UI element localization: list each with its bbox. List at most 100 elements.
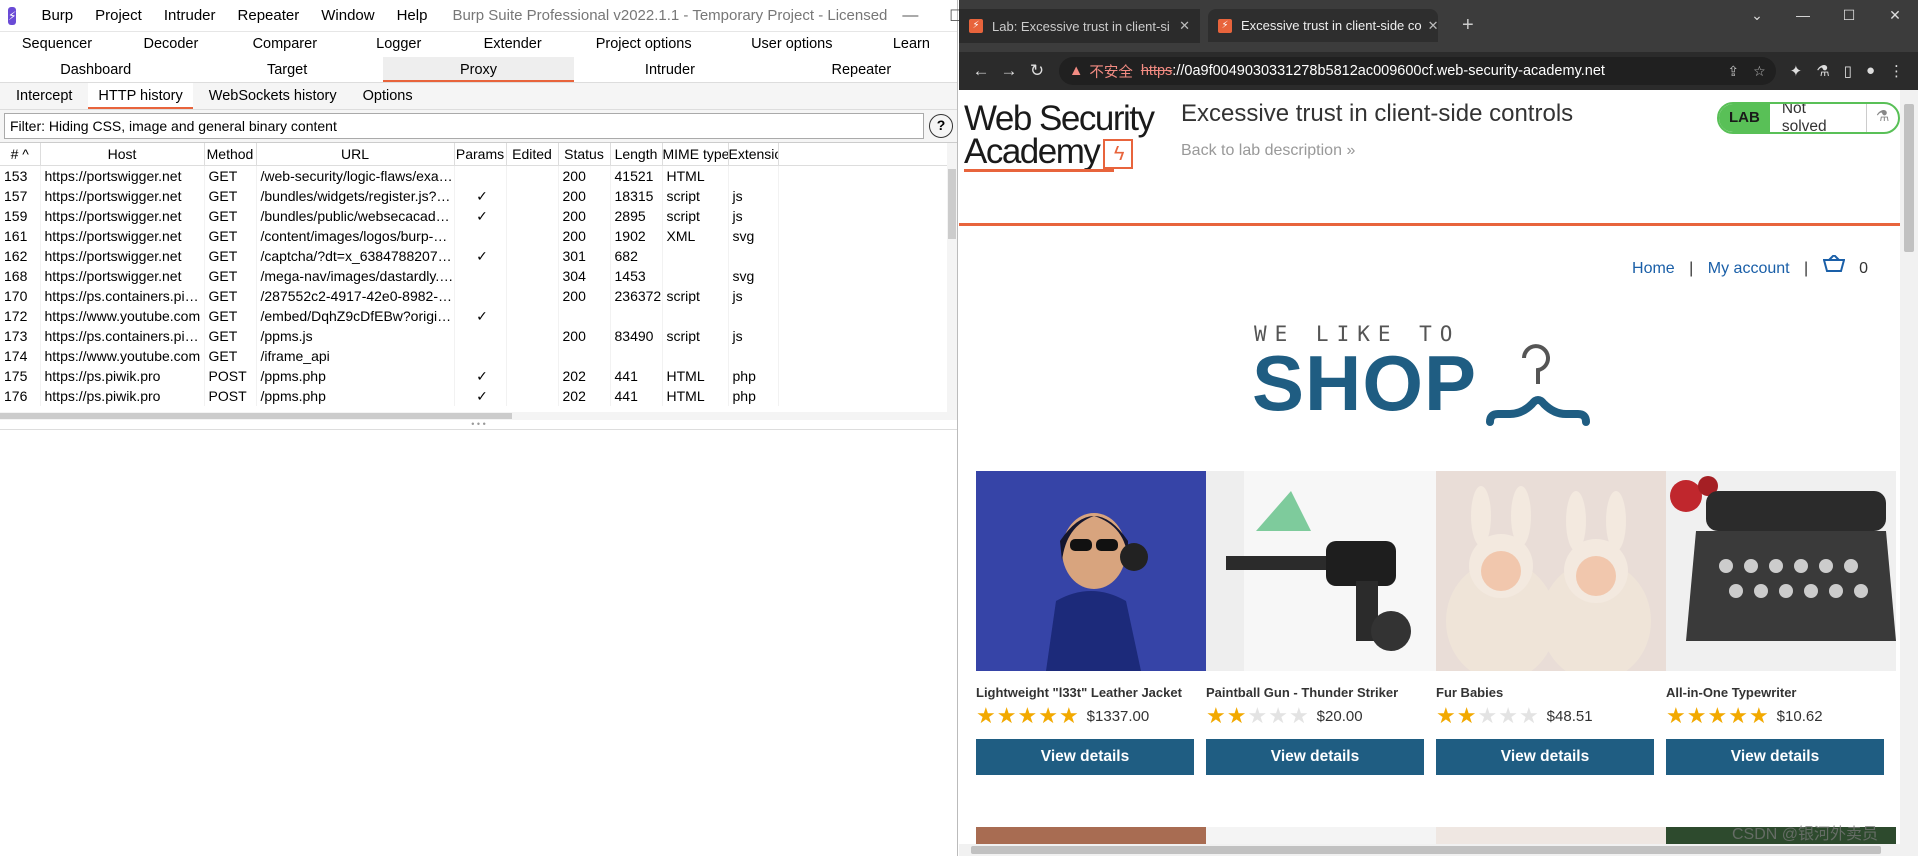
cell-host: https://portswigger.net	[40, 205, 205, 226]
table-row[interactable]: 174 https://www.youtube.com GET/iframe_api	[0, 345, 957, 366]
column-header-number[interactable]: # ^	[0, 143, 41, 166]
browser-tab-active[interactable]: ⚡ Excessive trust in client-side co ✕	[1208, 9, 1438, 42]
column-header-status[interactable]: Status	[558, 143, 611, 166]
tab-proxy[interactable]: Proxy	[382, 57, 575, 82]
tab-sequencer[interactable]: Sequencer	[0, 32, 114, 57]
cell-extension	[728, 345, 779, 366]
table-row[interactable]: 159 https://portswigger.net GET/bundles/pu…	[0, 205, 957, 226]
pane-splitter[interactable]: • • •	[0, 420, 957, 430]
subtab-websockets-history[interactable]: WebSockets history	[199, 83, 347, 109]
table-row[interactable]: 170https://ps.containers.piwik.proGET/28…	[0, 285, 957, 306]
url-host: ://0a9f0049030331278b5812ac009600cf.web-…	[1172, 63, 1605, 79]
table-horizontal-scrollbar[interactable]	[0, 412, 957, 420]
tab-extender[interactable]: Extender	[456, 32, 570, 57]
column-header-method[interactable]: Method	[204, 143, 257, 166]
share-icon[interactable]: ⇪	[1727, 63, 1739, 80]
view-details-button[interactable]: View details	[1436, 739, 1654, 775]
column-header-edited[interactable]: Edited	[506, 143, 559, 166]
new-tab-icon[interactable]: +	[1462, 14, 1474, 37]
tab-close-icon[interactable]: ✕	[1422, 18, 1438, 34]
column-header-params[interactable]: Params	[454, 143, 507, 166]
menu-intruder[interactable]: Intruder	[153, 0, 227, 32]
menu-burp[interactable]: Burp	[30, 0, 84, 32]
address-bar[interactable]: ▲ 不安全 https ://0a9f0049030331278b5812ac0…	[1059, 57, 1776, 85]
tab-logger[interactable]: Logger	[342, 32, 456, 57]
menu-repeater[interactable]: Repeater	[227, 0, 311, 32]
table-row[interactable]: 175 https://ps.piwik.pro POST/ppms.php ✓ 202…	[0, 365, 957, 386]
tab-comparer[interactable]: Comparer	[228, 32, 342, 57]
page-horizontal-scrollbar[interactable]	[959, 844, 1900, 856]
cell-mime-type	[662, 305, 729, 326]
column-header-mime-type[interactable]: MIME type	[662, 143, 729, 166]
minimize-icon[interactable]: —	[887, 0, 933, 32]
tab-target[interactable]: Target	[191, 57, 382, 82]
cell-length	[610, 345, 663, 366]
back-to-lab-description-link[interactable]: Back to lab description »	[1181, 142, 1355, 160]
reload-icon[interactable]: ↻	[1023, 61, 1051, 81]
view-details-button[interactable]: View details	[976, 739, 1194, 775]
tab-close-icon[interactable]: ✕	[1173, 18, 1190, 34]
table-row[interactable]: 162 https://portswigger.net GET/captcha/?d…	[0, 245, 957, 266]
insecure-label: 不安全	[1089, 64, 1133, 81]
menu-project[interactable]: Project	[84, 0, 153, 32]
web-security-academy-logo[interactable]: Web Security Academy ϟ	[964, 101, 1155, 172]
column-header-length[interactable]: Length	[610, 143, 663, 166]
table-row[interactable]: 161 https://portswigger.net GET/content/im…	[0, 225, 957, 246]
cell-url: /iframe_api	[256, 345, 455, 366]
product-image-fur-babies[interactable]	[1436, 471, 1666, 671]
close-icon[interactable]: ✕	[1872, 0, 1918, 30]
column-header-host[interactable]: Host	[40, 143, 205, 166]
tab-decoder[interactable]: Decoder	[114, 32, 228, 57]
lab-extension-icon[interactable]: ⚗	[1816, 62, 1829, 80]
back-icon[interactable]: ←	[967, 61, 995, 81]
subtab-intercept[interactable]: Intercept	[6, 83, 82, 109]
profile-icon[interactable]: ●	[1866, 62, 1875, 80]
cell-status	[558, 345, 611, 366]
column-header-url[interactable]: URL	[256, 143, 455, 166]
cell-method: GET	[204, 185, 257, 206]
tab-intruder[interactable]: Intruder	[574, 57, 765, 82]
filter-field[interactable]: Filter: Hiding CSS, image and general bi…	[4, 113, 924, 139]
table-row[interactable]: 176 https://ps.piwik.pro POST/ppms.php ✓ 202…	[0, 385, 957, 406]
subtab-http-history[interactable]: HTTP history	[88, 83, 193, 109]
menu-window[interactable]: Window	[310, 0, 385, 32]
table-vertical-scrollbar[interactable]	[947, 143, 957, 420]
table-row[interactable]: 172 https://www.youtube.com GET/embed/DqhZ…	[0, 305, 957, 326]
tab-project-options[interactable]: Project options	[570, 32, 718, 57]
table-row[interactable]: 157 https://portswigger.net GET/bundles/wi…	[0, 185, 957, 206]
cart-icon[interactable]	[1822, 253, 1849, 277]
tab-repeater[interactable]: Repeater	[766, 57, 957, 82]
browser-tab-lab[interactable]: ⚡ Lab: Excessive trust in client-si ✕	[959, 9, 1200, 43]
forward-icon[interactable]: →	[995, 61, 1023, 81]
menu-dots-icon[interactable]: ⋮	[1889, 62, 1904, 80]
maximize-icon[interactable]: ☐	[1826, 0, 1872, 30]
view-details-button[interactable]: View details	[1666, 739, 1884, 775]
help-icon[interactable]: ?	[929, 114, 953, 138]
extensions-icon[interactable]: ✦	[1790, 62, 1803, 80]
side-panel-icon[interactable]: ▯	[1844, 62, 1852, 80]
menu-help[interactable]: Help	[386, 0, 439, 32]
my-account-link[interactable]: My account	[1708, 260, 1790, 277]
cell-extension	[728, 305, 779, 326]
product-image-paintball-gun[interactable]	[1206, 471, 1436, 671]
page-vertical-scrollbar[interactable]	[1900, 90, 1918, 856]
cell-host: https://www.youtube.com	[40, 305, 205, 326]
cell-edited	[506, 305, 559, 326]
subtab-options[interactable]: Options	[353, 83, 423, 109]
table-row[interactable]: 153 https://portswigger.net GET/web-securi…	[0, 165, 957, 186]
tab-search-icon[interactable]: ⌄	[1734, 0, 1780, 30]
product-image-typewriter[interactable]	[1666, 471, 1896, 671]
tab-user-options[interactable]: User options	[718, 32, 866, 57]
product-image-jacket[interactable]	[976, 471, 1206, 671]
tab-dashboard[interactable]: Dashboard	[0, 57, 191, 82]
tab-learn[interactable]: Learn	[866, 32, 957, 57]
home-link[interactable]: Home	[1632, 260, 1675, 277]
table-row[interactable]: 173https://ps.containers.piwik.proGET/pp…	[0, 325, 957, 346]
logo-line2: Academy	[964, 132, 1101, 171]
minimize-icon[interactable]: —	[1780, 0, 1826, 30]
table-row[interactable]: 168 https://portswigger.net GET/mega-nav/i…	[0, 265, 957, 286]
column-header-extension[interactable]: Extensio	[728, 143, 779, 166]
cell-params	[454, 265, 507, 286]
bookmark-star-icon[interactable]: ☆	[1753, 63, 1766, 80]
view-details-button[interactable]: View details	[1206, 739, 1424, 775]
